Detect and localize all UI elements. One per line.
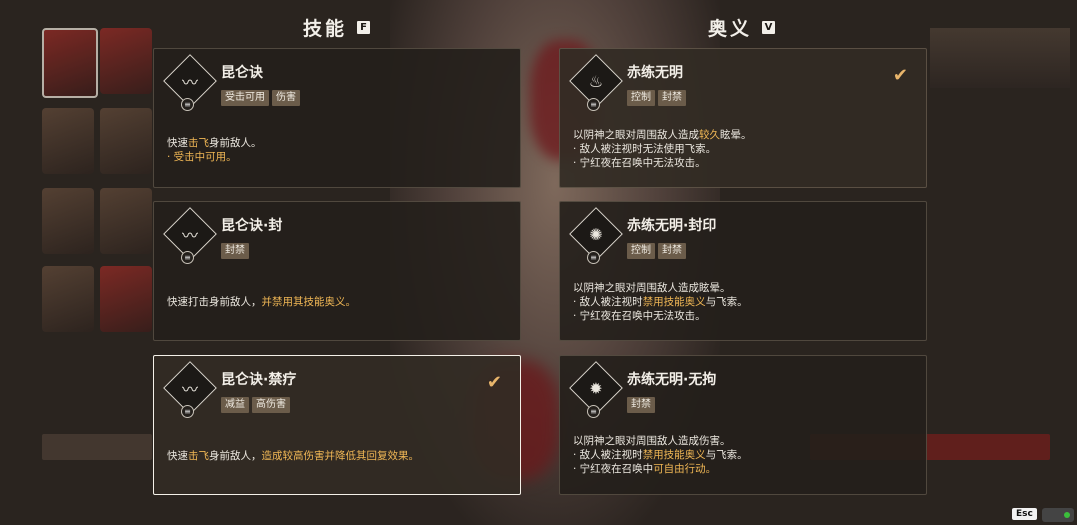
desc-text: 快速打击身前敌人， — [167, 296, 262, 308]
ougi-hotkey: V — [762, 21, 776, 34]
desc-text: 身前敌人， — [209, 450, 262, 462]
portrait[interactable] — [42, 108, 94, 174]
portrait[interactable] — [100, 266, 152, 332]
portrait-selected[interactable] — [42, 28, 98, 98]
skill-name: 昆仑诀·封 — [221, 218, 283, 234]
skill-description: 快速击飞身前敌人。 · 受击中可用。 — [167, 136, 262, 164]
desc-highlight: 击飞 — [188, 450, 209, 462]
desc-note: · 宁红夜在召唤中无法攻击。 — [573, 310, 706, 322]
desc-text: · 敌人被注视时 — [573, 296, 643, 308]
tag: 封禁 — [221, 243, 249, 259]
ougi-name: 赤练无明·封印 — [627, 218, 717, 234]
ougi-name: 赤练无明 — [627, 65, 683, 81]
desc-text: 与飞索。 — [705, 449, 748, 461]
skills-hotkey: F — [357, 21, 371, 34]
skill-name: 昆仑诀·禁疗 — [221, 372, 297, 388]
skill-name: 昆仑诀 — [221, 65, 263, 81]
ougi-tags: 控制 封禁 — [627, 243, 686, 259]
ougi-description: 以阴神之眼对周围敌人造成较久眩晕。 · 敌人被注视时无法使用飞索。 · 宁红夜在… — [573, 128, 752, 170]
ougi-card-3[interactable]: ✹ ≡ 赤练无明·无拘 封禁 以阴神之眼对周围敌人造成伤害。 · 敌人被注视时禁… — [559, 355, 927, 495]
tag: 受击可用 — [221, 90, 269, 106]
check-icon: ✔ — [486, 372, 502, 393]
desc-text: 与飞索。 — [705, 296, 748, 308]
skill-description: 快速击飞身前敌人，造成较高伤害并降低其回复效果。 — [167, 449, 419, 463]
desc-text: 快速 — [167, 137, 188, 149]
portrait[interactable] — [100, 188, 152, 254]
desc-highlight: 禁用技能奥义 — [642, 449, 706, 461]
tag: 封禁 — [658, 90, 686, 106]
skill-card-2[interactable]: 〰 ≡ 昆仑诀·封 封禁 快速打击身前敌人，并禁用其技能奥义。 — [153, 201, 521, 341]
skill-tags: 封禁 — [221, 243, 249, 259]
desc-highlight: 并禁用其技能奥义。 — [261, 296, 357, 308]
desc-note: · 敌人被注视时无法使用飞索。 — [573, 143, 717, 155]
ougi-tags: 封禁 — [627, 397, 655, 413]
skills-title: 技能 — [303, 18, 348, 40]
ougi-tags: 控制 封禁 — [627, 90, 686, 106]
desc-highlight: 可自由行动。 — [653, 463, 717, 475]
skills-header: 技能 F — [303, 14, 371, 41]
tag: 控制 — [627, 243, 655, 259]
menu-icon: ≡ — [181, 251, 194, 264]
portrait[interactable] — [100, 108, 152, 174]
skill-tags: 减益 高伤害 — [221, 397, 290, 413]
desc-text: 以阴神之眼对周围敌人造成眩晕。 — [573, 282, 731, 294]
desc-text: · 敌人被注视时 — [573, 449, 643, 461]
desc-highlight: 禁用技能奥义 — [642, 296, 706, 308]
menu-icon: ≡ — [587, 98, 600, 111]
desc-text: 快速 — [167, 450, 188, 462]
menu-icon: ≡ — [181, 405, 194, 418]
check-icon: ✔ — [892, 65, 908, 86]
ougi-name: 赤练无明·无拘 — [627, 372, 717, 388]
left-bottom-button[interactable] — [42, 434, 152, 460]
desc-note: · 宁红夜在召唤中无法攻击。 — [573, 157, 706, 169]
portrait[interactable] — [42, 188, 94, 254]
ougi-card-2[interactable]: ✺ ≡ 赤练无明·封印 控制 封禁 以阴神之眼对周围敌人造成眩晕。 · 敌人被注… — [559, 201, 927, 341]
desc-highlight: 击飞 — [188, 137, 209, 149]
esc-key-hint[interactable]: Esc — [1012, 508, 1037, 520]
tag: 减益 — [221, 397, 249, 413]
desc-text: 以阴神之眼对周围敌人造成 — [573, 129, 699, 141]
skill-description: 快速打击身前敌人，并禁用其技能奥义。 — [167, 295, 356, 309]
ougi-title: 奥义 — [708, 18, 753, 40]
desc-note: · 受击中可用。 — [167, 151, 237, 163]
desc-highlight: 较久 — [699, 129, 720, 141]
menu-icon: ≡ — [587, 251, 600, 264]
ougi-card-1[interactable]: ♨ ≡ 赤练无明 ✔ 控制 封禁 以阴神之眼对周围敌人造成较久眩晕。 · 敌人被… — [559, 48, 927, 188]
desc-text: 身前敌人。 — [209, 137, 262, 149]
tag: 封禁 — [658, 243, 686, 259]
ougi-description: 以阴神之眼对周围敌人造成伤害。 · 敌人被注视时禁用技能奥义与飞索。 · 宁红夜… — [573, 434, 748, 476]
tag: 控制 — [627, 90, 655, 106]
tag: 高伤害 — [252, 397, 290, 413]
ougi-header: 奥义 V — [708, 14, 776, 41]
skill-card-3[interactable]: 〰 ≡ 昆仑诀·禁疗 ✔ 减益 高伤害 快速击飞身前敌人，造成较高伤害并降低其回… — [153, 355, 521, 495]
skill-card-1[interactable]: 〰 ≡ 昆仑诀 受击可用 伤害 快速击飞身前敌人。 · 受击中可用。 — [153, 48, 521, 188]
mic-status-icon — [1042, 508, 1074, 522]
portrait[interactable] — [42, 266, 94, 332]
desc-text: · 宁红夜在召唤中 — [573, 463, 654, 475]
skill-tags: 受击可用 伤害 — [221, 90, 300, 106]
tag: 伤害 — [272, 90, 300, 106]
ougi-description: 以阴神之眼对周围敌人造成眩晕。 · 敌人被注视时禁用技能奥义与飞索。 · 宁红夜… — [573, 281, 748, 323]
desc-text: 以阴神之眼对周围敌人造成伤害。 — [573, 435, 731, 447]
desc-highlight: 造成较高伤害并降低其回复效果。 — [261, 450, 420, 462]
menu-icon: ≡ — [587, 405, 600, 418]
right-panel-header — [930, 28, 1070, 88]
portrait[interactable] — [100, 28, 152, 94]
menu-icon: ≡ — [181, 98, 194, 111]
tag: 封禁 — [627, 397, 655, 413]
desc-text: 眩晕。 — [720, 129, 752, 141]
